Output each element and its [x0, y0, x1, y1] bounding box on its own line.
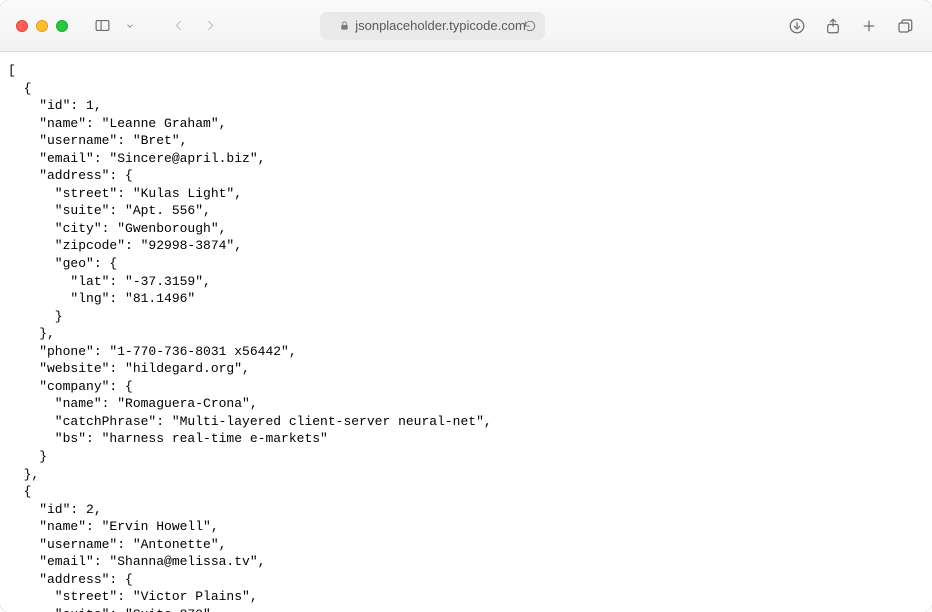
window-controls: [16, 20, 68, 32]
right-toolbar: [786, 14, 916, 38]
browser-window: jsonplaceholder.typicode.com: [0, 0, 932, 612]
download-icon: [788, 17, 806, 35]
json-response-body[interactable]: [ { "id": 1, "name": "Leanne Graham", "u…: [8, 62, 924, 612]
sidebar-icon: [94, 17, 111, 34]
maximize-button[interactable]: [56, 20, 68, 32]
lock-icon: [339, 20, 350, 31]
tabs-icon: [896, 17, 914, 35]
share-icon: [824, 17, 842, 35]
new-tab-button[interactable]: [858, 14, 880, 38]
reload-icon[interactable]: [523, 19, 537, 33]
minimize-button[interactable]: [36, 20, 48, 32]
chevron-right-icon: [202, 17, 219, 34]
navigation-arrows: [164, 14, 224, 38]
tab-group-menu-button[interactable]: [116, 14, 144, 38]
close-button[interactable]: [16, 20, 28, 32]
tab-overview-button[interactable]: [894, 14, 916, 38]
chevron-left-icon: [170, 17, 187, 34]
address-text: jsonplaceholder.typicode.com: [355, 18, 526, 33]
page-content: [ { "id": 1, "name": "Leanne Graham", "u…: [0, 52, 932, 612]
downloads-button[interactable]: [786, 14, 808, 38]
back-button[interactable]: [164, 14, 192, 38]
address-bar[interactable]: jsonplaceholder.typicode.com: [320, 12, 545, 40]
toolbar: jsonplaceholder.typicode.com: [0, 0, 932, 52]
share-button[interactable]: [822, 14, 844, 38]
sidebar-toggle-button[interactable]: [88, 14, 116, 38]
chevron-down-icon: [125, 21, 135, 31]
forward-button[interactable]: [196, 14, 224, 38]
plus-icon: [860, 17, 878, 35]
